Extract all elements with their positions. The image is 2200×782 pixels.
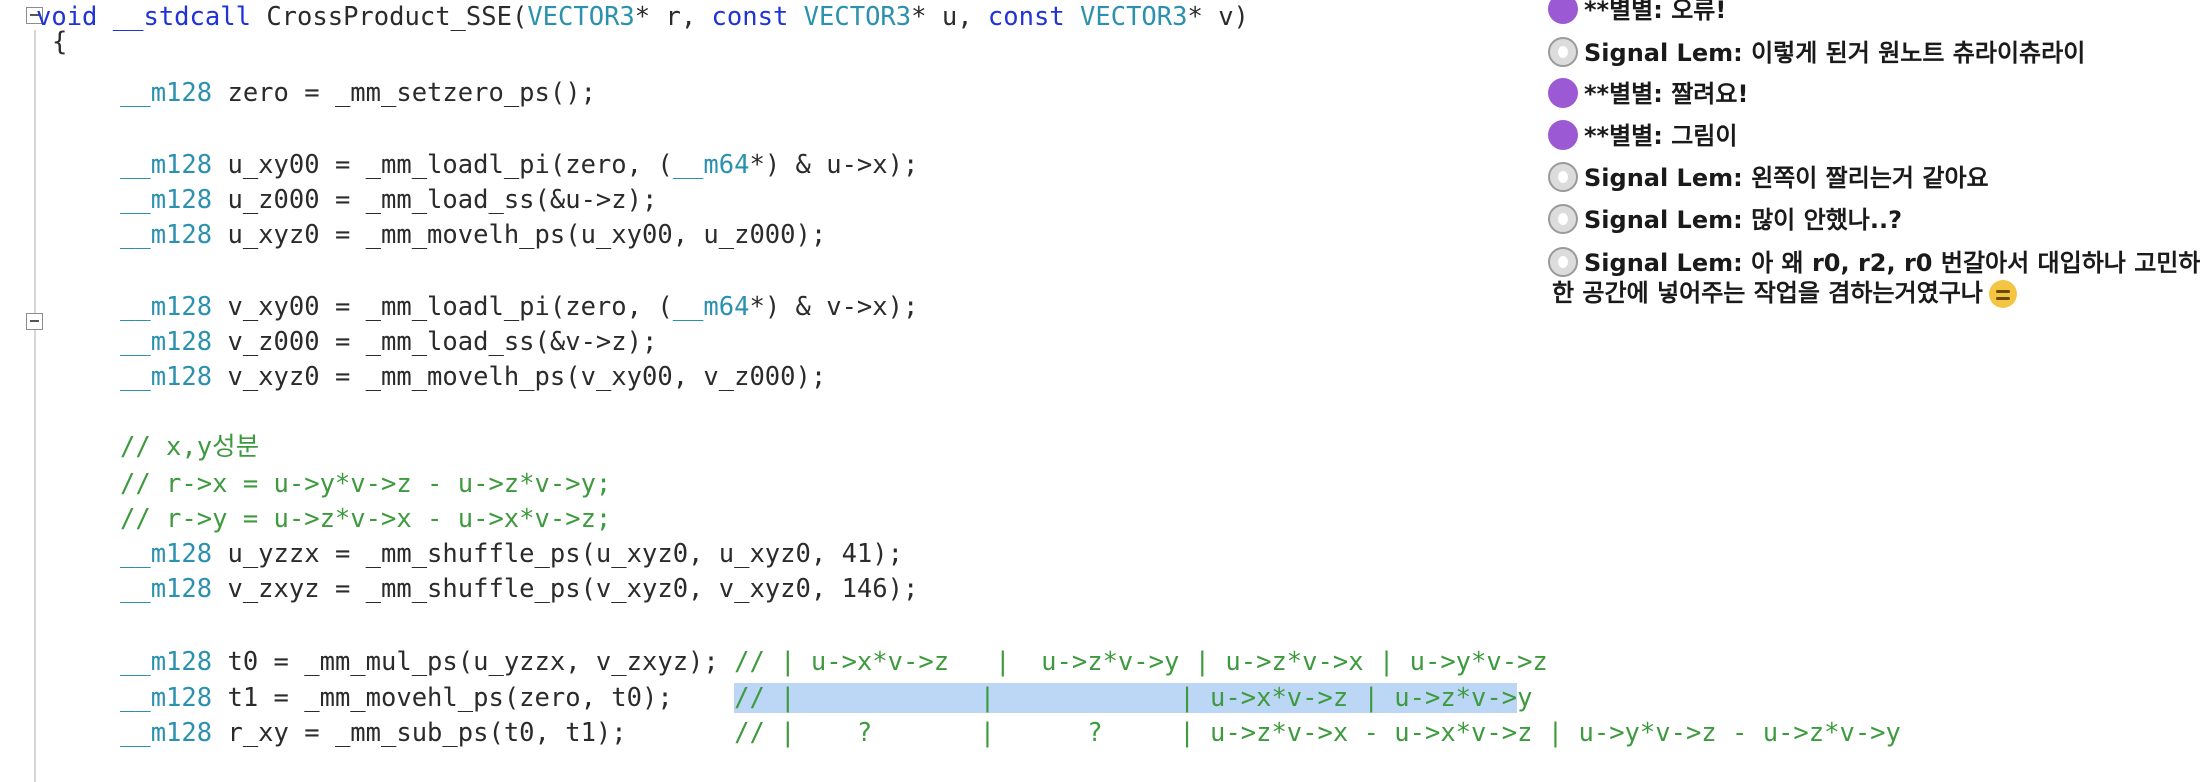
code-text: u_xy00 = _mm_loadl_pi(zero, ( [212,150,673,180]
fold-collapse-icon[interactable] [26,313,43,330]
code-text: *) & u->x); [749,150,919,180]
selected-comment-text[interactable]: // | | | u->x*v->z | u->z*v-> [734,683,1518,713]
code-text: *) & v->x); [749,292,919,322]
type-name: __m64 [672,292,750,322]
code-line-v-z000[interactable]: __m128 v_z000 = _mm_load_ss(&v->z); [120,325,657,359]
chat-text: 이렇게 된거 원노트 츄라이츄라이 [1742,39,2086,67]
user-avatar-icon [1548,0,1578,24]
comment-text: // x,y성분 [120,432,260,462]
code-comment-xy[interactable]: // x,y성분 [120,430,259,464]
type-name: __m128 [120,78,213,108]
comment-text: // r->x = u->y*v->z - u->z*v->y; [120,469,612,499]
type-name: __m128 [120,718,213,748]
chat-text: 한 공간에 넣어주는 작업을 겸하는거였구나 [1552,279,1983,307]
code-line-v-xyz0[interactable]: __m128 v_xyz0 = _mm_movelh_ps(v_xy00, v_… [120,360,826,394]
code-text: zero = _mm_setzero_ps(); [212,78,596,108]
comment-text: // | u->x*v->z | u->z*v->y | u->z*v->x |… [734,647,1548,677]
chat-username: Signal Lem: [1584,249,1743,277]
chat-message-continued: 한 공간에 넣어주는 작업을 겸하는거였구나 [1552,275,2017,311]
code-text: * u, [911,2,988,32]
code-line-signature[interactable]: void __stdcall CrossProduct_SSE(VECTOR3*… [36,0,1249,34]
chat-message: **별별: 짤려요! [1548,76,1748,112]
type-name: VECTOR3 [788,2,912,32]
type-name: VECTOR3 [527,2,635,32]
code-line-v-xy00[interactable]: __m128 v_xy00 = _mm_loadl_pi(zero, (__m6… [120,290,918,324]
type-name: VECTOR3 [1064,2,1188,32]
code-line-u-xy00[interactable]: __m128 u_xy00 = _mm_loadl_pi(zero, (__m6… [120,148,918,182]
type-name: __m128 [120,647,213,677]
type-name: __m128 [120,292,213,322]
code-line-t1[interactable]: __m128 t1 = _mm_movehl_ps(zero, t0); // … [120,681,1532,715]
user-avatar-icon [1548,204,1578,234]
code-line-v-zxyz[interactable]: __m128 v_zxyz = _mm_shuffle_ps(v_xyz0, v… [120,572,918,606]
chat-username: Signal Lem: [1584,206,1743,234]
chat-message: Signal Lem: 많이 안했나..? [1548,202,1902,238]
code-text: t1 = _mm_movehl_ps(zero, t0); [212,683,735,713]
comment-text: y [1517,683,1533,713]
type-name: __m128 [120,185,213,215]
keyword: __stdcall [97,2,267,32]
code-comment-rx[interactable]: // r->x = u->y*v->z - u->z*v->y; [120,467,611,501]
code-text: v_zxyz = _mm_shuffle_ps(v_xyz0, v_xyz0, … [212,574,919,604]
gutter-line [34,30,36,782]
code-line-t0[interactable]: __m128 t0 = _mm_mul_ps(u_yzzx, v_zxyz); … [120,645,1548,679]
code-text: v_z000 = _mm_load_ss(&v->z); [212,327,658,357]
chat-username: Signal Lem: [1584,39,1743,67]
chat-text: 오류! [1662,0,1727,24]
type-name: __m128 [120,150,213,180]
comment-text: // r->y = u->z*v->x - u->x*v->z; [120,504,612,534]
type-name: __m64 [672,150,750,180]
chat-message: **별별: 오류! [1548,0,1726,28]
code-text: { [52,27,68,57]
user-avatar-icon [1548,162,1578,192]
type-name: __m128 [120,362,213,392]
code-text: * r, [634,2,712,32]
chat-text: 왼쪽이 짤리는거 같아요 [1742,164,1989,192]
chat-message: Signal Lem: 왼쪽이 짤리는거 같아요 [1548,160,1989,196]
user-avatar-icon [1548,78,1578,108]
code-line-r-xy[interactable]: __m128 r_xy = _mm_sub_ps(t0, t1); // | ?… [120,716,1901,750]
comment-text: // | ? | ? | u->z*v->x - u->x*v->z | u->… [734,718,1901,748]
code-comment-ry[interactable]: // r->y = u->z*v->x - u->x*v->z; [120,502,611,536]
chat-text: 짤려요! [1662,80,1749,108]
user-avatar-icon [1548,247,1578,277]
code-line-brace[interactable]: { [52,25,67,59]
chat-username: **별별: [1584,122,1663,150]
type-name: __m128 [120,574,213,604]
type-name: __m128 [120,220,213,250]
expressionless-emoji-icon [1988,280,2017,308]
code-text: v_xyz0 = _mm_movelh_ps(v_xy00, v_z000); [212,362,827,392]
code-text: t0 = _mm_mul_ps(u_yzzx, v_zxyz); [212,647,735,677]
keyword: const [711,2,789,32]
code-text: u_xyz0 = _mm_movelh_ps(u_xy00, u_z000); [212,220,827,250]
chat-text: 많이 안했나..? [1742,206,1903,234]
code-line-zero[interactable]: __m128 zero = _mm_setzero_ps(); [120,76,596,110]
type-name: __m128 [120,683,213,713]
code-line-u-z000[interactable]: __m128 u_z000 = _mm_load_ss(&u->z); [120,183,657,217]
chat-username: **별별: [1584,80,1663,108]
chat-overlay: **별별: 오류! Signal Lem: 이렇게 된거 원노트 츄라이츄라이 … [1548,0,2200,310]
type-name: __m128 [120,539,213,569]
chat-text: 아 왜 r0, r2, r0 번갈아서 대입하나 고민하고있 [1742,249,2200,277]
code-text: u_z000 = _mm_load_ss(&u->z); [212,185,658,215]
type-name: __m128 [120,327,213,357]
user-avatar-icon [1548,37,1578,67]
code-text: v_xy00 = _mm_loadl_pi(zero, ( [212,292,673,322]
keyword: const [987,2,1065,32]
chat-text: 그림이 [1662,122,1738,150]
chat-message: Signal Lem: 이렇게 된거 원노트 츄라이츄라이 [1548,35,2085,71]
chat-message: **별별: 그림이 [1548,118,1737,154]
chat-username: **별별: [1584,0,1663,24]
code-text: * v) [1187,2,1249,32]
code-text: r_xy = _mm_sub_ps(t0, t1); [212,718,735,748]
chat-username: Signal Lem: [1584,164,1743,192]
code-text: u_yzzx = _mm_shuffle_ps(u_xyz0, u_xyz0, … [212,539,903,569]
code-line-u-yzzx[interactable]: __m128 u_yzzx = _mm_shuffle_ps(u_xyz0, u… [120,537,903,571]
code-line-u-xyz0[interactable]: __m128 u_xyz0 = _mm_movelh_ps(u_xy00, u_… [120,218,826,252]
function-name: CrossProduct_SSE( [266,2,528,32]
user-avatar-icon [1548,120,1578,150]
